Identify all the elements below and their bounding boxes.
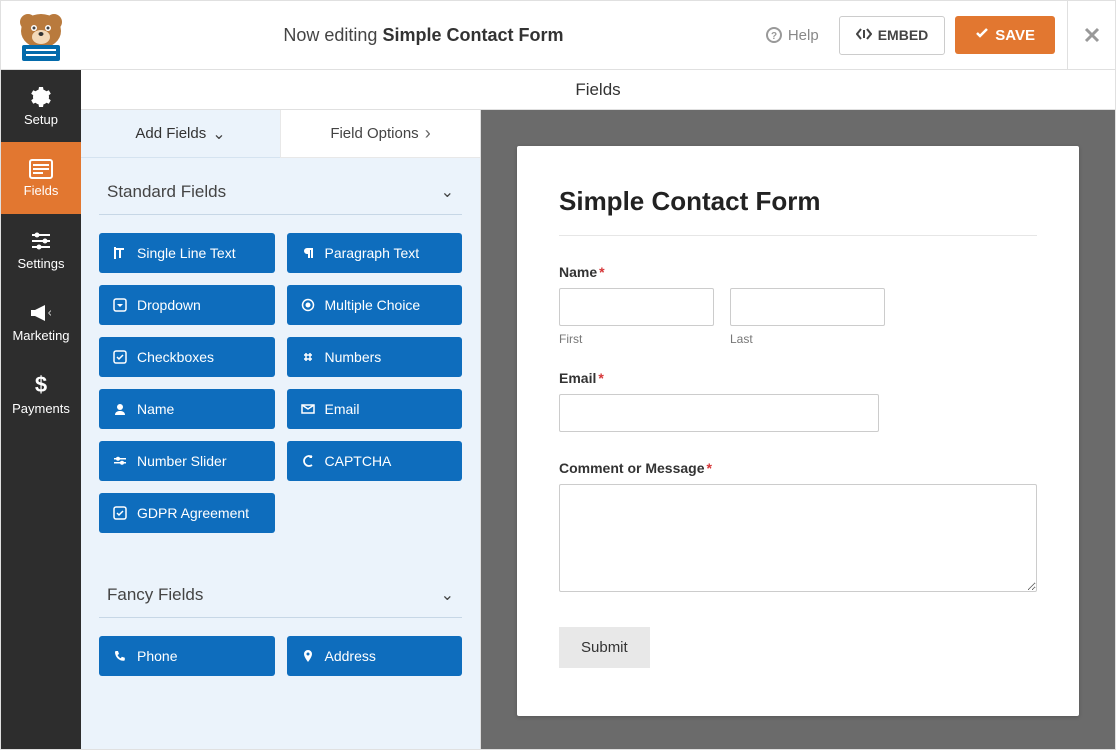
check-icon: [975, 26, 989, 44]
message-label: Comment or Message*: [559, 460, 1037, 476]
list-icon: [29, 159, 53, 179]
close-button[interactable]: [1067, 1, 1115, 69]
field-checkboxes[interactable]: Checkboxes: [99, 337, 275, 377]
field-single-line-text[interactable]: Single Line Text: [99, 233, 275, 273]
title-prefix: Now editing: [283, 25, 377, 45]
help-link[interactable]: ? Help: [766, 27, 819, 44]
text-icon: [113, 246, 127, 260]
dollar-icon: $: [32, 373, 50, 397]
name-label: Name*: [559, 264, 1037, 280]
field-dropdown[interactable]: Dropdown: [99, 285, 275, 325]
dropdown-icon: [113, 298, 127, 312]
nav-marketing[interactable]: Marketing: [1, 286, 81, 358]
tab-add-fields[interactable]: Add Fields: [81, 110, 280, 158]
preview-area: Simple Contact Form Name* First Last Ema…: [481, 110, 1115, 749]
field-gdpr[interactable]: GDPR Agreement: [99, 493, 275, 533]
megaphone-icon: [29, 302, 53, 324]
group-fancy-fields[interactable]: Fancy Fields: [99, 561, 462, 618]
field-email[interactable]: Email: [287, 389, 463, 429]
radio-icon: [301, 298, 315, 312]
paragraph-icon: [301, 246, 315, 260]
user-icon: [113, 402, 127, 416]
slider-icon: [113, 454, 127, 468]
envelope-icon: [301, 402, 315, 416]
field-multiple-choice[interactable]: Multiple Choice: [287, 285, 463, 325]
first-sublabel: First: [559, 332, 714, 346]
first-name-input[interactable]: [559, 288, 714, 326]
chevron-right-icon: [425, 123, 431, 144]
field-address[interactable]: Address: [287, 636, 463, 676]
checkbox-icon: [113, 350, 127, 364]
required-asterisk: *: [598, 370, 603, 386]
save-button[interactable]: SAVE: [955, 16, 1055, 54]
svg-text:?: ?: [771, 31, 777, 42]
field-captcha[interactable]: CAPTCHA: [287, 441, 463, 481]
top-bar: Now editing Simple Contact Form ? Help E…: [1, 0, 1115, 70]
form-title: Simple Contact Form: [559, 186, 1037, 236]
chevron-down-icon: [212, 124, 225, 144]
help-icon: ?: [766, 27, 782, 43]
required-asterisk: *: [706, 460, 711, 476]
phone-icon: [113, 649, 127, 663]
chevron-down-icon: [441, 585, 454, 605]
side-nav: Setup Fields Settings Marketing $ Paymen…: [1, 70, 81, 749]
required-asterisk: *: [599, 264, 604, 280]
field-phone[interactable]: Phone: [99, 636, 275, 676]
nav-setup[interactable]: Setup: [1, 70, 81, 142]
tab-field-options[interactable]: Field Options: [280, 110, 480, 158]
field-numbers[interactable]: Numbers: [287, 337, 463, 377]
nav-fields[interactable]: Fields: [1, 142, 81, 214]
pin-icon: [301, 649, 315, 663]
hash-icon: [301, 350, 315, 364]
nav-settings[interactable]: Settings: [1, 214, 81, 286]
form-preview[interactable]: Simple Contact Form Name* First Last Ema…: [517, 146, 1079, 716]
nav-payments[interactable]: $ Payments: [1, 358, 81, 430]
sliders-icon: [30, 230, 52, 252]
group-standard-fields[interactable]: Standard Fields: [99, 158, 462, 215]
refresh-icon: [301, 454, 315, 468]
svg-text:$: $: [35, 373, 47, 397]
app-logo: [1, 3, 81, 67]
message-textarea[interactable]: [559, 484, 1037, 592]
editing-title: Now editing Simple Contact Form: [81, 25, 766, 46]
submit-button[interactable]: Submit: [559, 627, 650, 668]
fields-panel: Add Fields Field Options Standard Fields: [81, 110, 481, 749]
field-name[interactable]: Name: [99, 389, 275, 429]
email-input[interactable]: [559, 394, 879, 432]
email-label: Email*: [559, 370, 1037, 386]
embed-button[interactable]: EMBED: [839, 16, 946, 55]
field-paragraph-text[interactable]: Paragraph Text: [287, 233, 463, 273]
field-number-slider[interactable]: Number Slider: [99, 441, 275, 481]
last-sublabel: Last: [730, 332, 885, 346]
checkbox-icon: [113, 506, 127, 520]
form-name: Simple Contact Form: [382, 25, 563, 45]
last-name-input[interactable]: [730, 288, 885, 326]
code-icon: [856, 27, 872, 44]
chevron-down-icon: [441, 182, 454, 202]
panel-title: Fields: [81, 70, 1115, 110]
gear-icon: [30, 86, 52, 108]
close-icon: [1083, 26, 1101, 44]
